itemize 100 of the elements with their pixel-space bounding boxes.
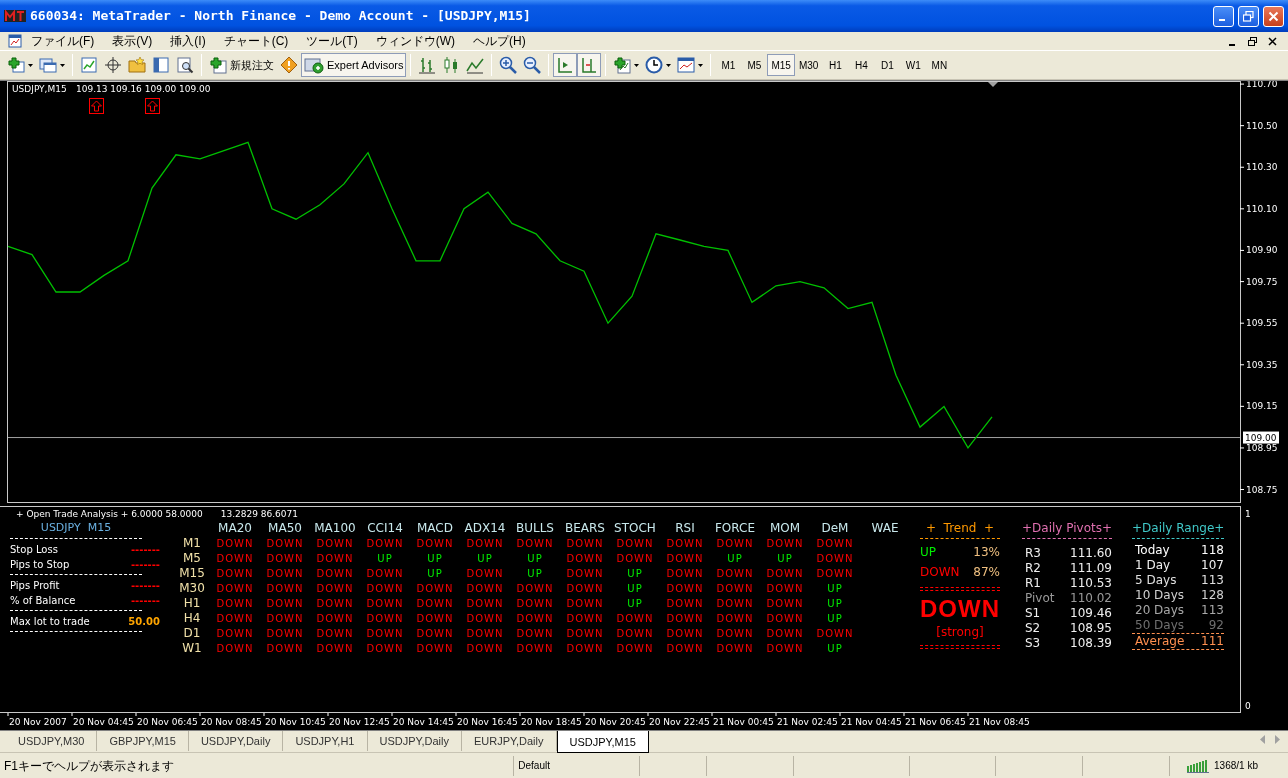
- timeframe-button[interactable]: H4: [848, 54, 875, 76]
- signal-cell-text: DOWN: [815, 537, 855, 551]
- signal-cell-text: UP: [826, 597, 844, 611]
- pivot-label: Pivot: [1025, 591, 1055, 606]
- chart-tab[interactable]: USDJPY,M30: [6, 731, 98, 751]
- field-label: Pips to Stop: [10, 558, 70, 572]
- timeframe-button[interactable]: M30: [794, 54, 823, 76]
- chart-tab[interactable]: EURJPY,Daily: [462, 731, 557, 751]
- timeframe-button[interactable]: W1: [900, 54, 927, 76]
- pivot-value: 111.09: [1070, 561, 1112, 576]
- column-header: CCI14: [366, 520, 404, 536]
- signal-cell-text: DOWN: [765, 642, 805, 656]
- signal-cell-text: DOWN: [815, 552, 855, 566]
- menu-item[interactable]: ウィンドウ(W): [366, 32, 464, 50]
- column-header: MA100: [313, 520, 357, 536]
- timeframe-button[interactable]: M15: [767, 54, 795, 76]
- column-header: ADX14: [463, 520, 507, 536]
- timeframe-button[interactable]: M5: [741, 54, 768, 76]
- signal-cell-text: DOWN: [665, 642, 705, 656]
- signal-cell-text: DOWN: [815, 627, 855, 641]
- range-label: 20 Days: [1135, 603, 1185, 618]
- pivot-value: 109.46: [1070, 606, 1112, 621]
- time-axis-label: 20 Nov 2007: [9, 717, 67, 727]
- field-label: Stop Loss: [10, 543, 58, 557]
- signal-cell-text: UP: [626, 567, 644, 581]
- time-axis-label: 20 Nov 18:45: [521, 717, 582, 727]
- signal-cell-text: DOWN: [515, 597, 555, 611]
- timeframe-button[interactable]: MN: [926, 54, 953, 76]
- signal-cell-text: DOWN: [315, 612, 355, 626]
- chart-tab[interactable]: USDJPY,H1: [283, 731, 368, 751]
- pivot-label: S3: [1025, 636, 1041, 651]
- chart-tab[interactable]: USDJPY,Daily: [367, 731, 462, 751]
- signal-cell-text: DOWN: [715, 582, 755, 596]
- signal-cell-text: DOWN: [215, 552, 255, 566]
- signal-cell-text: DOWN: [615, 642, 655, 656]
- column-header: MA20: [217, 520, 253, 536]
- signal-cell-text: DOWN: [365, 567, 405, 581]
- chart-tab[interactable]: GBPJPY,M15: [97, 731, 189, 751]
- time-axis-label: 20 Nov 20:45: [585, 717, 646, 727]
- column-header: MA50: [267, 520, 303, 536]
- ohlc-values: 109.13 109.16 109.00 109.00: [76, 84, 211, 94]
- signal-cell-text: DOWN: [315, 567, 355, 581]
- signal-cell-text: DOWN: [665, 612, 705, 626]
- shift-chart-icon[interactable]: [577, 53, 602, 77]
- signal-cell-text: DOWN: [515, 582, 555, 596]
- signal-cell-text: DOWN: [715, 567, 755, 581]
- scale-label: 0: [1245, 699, 1252, 713]
- menu-item[interactable]: ツール(T): [297, 32, 367, 50]
- up-arrow-icon: [89, 98, 104, 114]
- signal-cell-text: DOWN: [665, 582, 705, 596]
- price-tick-label: 110.30: [1246, 162, 1278, 173]
- signal-cell-text: DOWN: [215, 612, 255, 626]
- scroll-chart-icon[interactable]: [553, 53, 578, 77]
- signal-cell-text: UP: [776, 552, 794, 566]
- timeframe-label: D1: [182, 626, 202, 641]
- signal-cell-text: DOWN: [765, 582, 805, 596]
- signal-cell-text: UP: [376, 552, 394, 566]
- range-value: 107: [1201, 558, 1224, 573]
- symbol-label: USDJPY,M15: [12, 84, 67, 94]
- signal-cell-text: DOWN: [215, 537, 255, 551]
- signal-cell-text: DOWN: [715, 537, 755, 551]
- column-header: DeM: [820, 520, 850, 536]
- timeframe-label: M1: [182, 536, 202, 551]
- signal-cell-text: DOWN: [265, 612, 305, 626]
- connection-bars-icon: [1186, 758, 1211, 773]
- app-logo-icon: [4, 9, 26, 23]
- time-axis-label: 21 Nov 08:45: [969, 717, 1030, 727]
- shift-marker-icon: [988, 82, 998, 87]
- signal-cell-text: DOWN: [765, 612, 805, 626]
- field-value: -------: [130, 579, 160, 593]
- signal-cell-text: DOWN: [765, 597, 805, 611]
- menu-item[interactable]: ファイル(F): [22, 32, 104, 50]
- document-icon[interactable]: [8, 34, 22, 48]
- menu-item[interactable]: 挿入(I): [161, 32, 215, 50]
- signal-cell-text: DOWN: [715, 612, 755, 626]
- menu-item[interactable]: ヘルプ(H): [464, 32, 535, 50]
- timeframe-button[interactable]: M1: [715, 54, 742, 76]
- expert-advisors-button[interactable]: Expert Advisors: [301, 53, 407, 77]
- profile-name: Default: [514, 755, 640, 776]
- menu-item[interactable]: 表示(V): [103, 32, 162, 50]
- chart-tab[interactable]: USDJPY,M15: [556, 731, 649, 753]
- signal-cell-text: DOWN: [415, 612, 455, 626]
- signal-cell-text: DOWN: [565, 612, 605, 626]
- time-axis-label: 21 Nov 00:45: [713, 717, 774, 727]
- signal-cell-text: DOWN: [715, 627, 755, 641]
- signal-cell-text: DOWN: [265, 642, 305, 656]
- new-order-button[interactable]: 新規注文: [206, 53, 277, 77]
- chart-tab[interactable]: USDJPY,Daily: [188, 731, 284, 751]
- pivot-value: 108.95: [1070, 621, 1112, 636]
- scale-label: 1: [1245, 508, 1252, 521]
- signal-cell-text: DOWN: [565, 552, 605, 566]
- signal-cell-text: DOWN: [365, 597, 405, 611]
- menu-item[interactable]: チャート(C): [214, 32, 298, 50]
- signal-cell-text: DOWN: [765, 567, 805, 581]
- signal-cell-text: UP: [826, 582, 844, 596]
- status-text: F1キーでヘルプが表示されます: [0, 755, 515, 776]
- pivot-value: 110.02: [1070, 591, 1112, 606]
- timeframe-button[interactable]: D1: [874, 54, 901, 76]
- signal-cell-text: DOWN: [265, 627, 305, 641]
- timeframe-button[interactable]: H1: [822, 54, 849, 76]
